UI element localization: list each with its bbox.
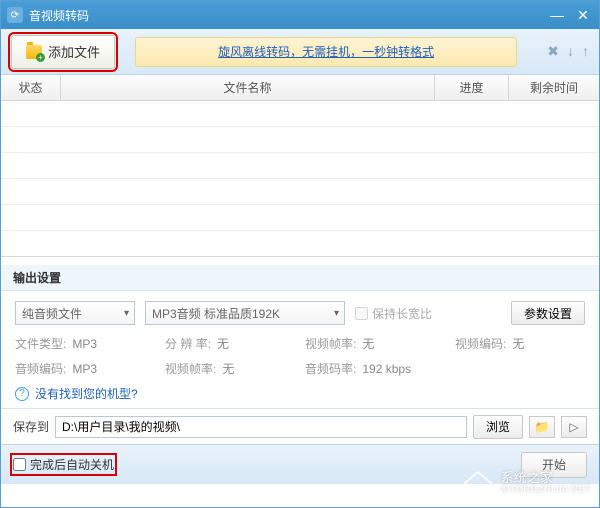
browse-button[interactable]: 浏览 [473,415,523,439]
app-window: ⟳ 音视频转码 — ✕ 添加文件 旋风离线转码，无需挂机，一秒钟转格式 ✖ ↓ … [0,0,600,508]
info-resolution: 分 辨 率:无 [165,335,305,352]
add-file-label: 添加文件 [48,42,100,61]
delete-icon[interactable]: ✖ [547,43,559,60]
output-settings: 纯音频文件 MP3音频 标准品质192K 保持长宽比 参数设置 文件类型:MP3… [1,291,599,408]
app-icon: ⟳ [7,7,23,23]
start-button[interactable]: 开始 [521,452,587,478]
shutdown-checkbox[interactable]: 完成后自动关机 [13,456,114,473]
help-icon: ? [15,387,29,401]
table-row[interactable] [1,179,599,205]
save-path-input[interactable] [55,416,467,438]
close-button[interactable]: ✕ [573,7,593,23]
keep-ratio-checkbox[interactable]: 保持长宽比 [355,305,432,322]
move-down-icon[interactable]: ↓ [567,43,574,60]
table-row[interactable] [1,205,599,231]
info-afps: 视频帧率:无 [165,360,305,377]
output-info-grid: 文件类型:MP3 分 辨 率:无 视频帧率:无 视频编码:无 音频编码:MP3 … [15,335,585,377]
folder-add-icon [26,45,42,59]
shutdown-input[interactable] [13,458,26,471]
open-folder-button[interactable]: 📁 [529,416,555,438]
table-row[interactable] [1,153,599,179]
table-row[interactable] [1,231,599,257]
col-remain-header: 剩余时间 [509,75,599,100]
info-vcodec: 视频编码:无 [455,335,585,352]
toolbar-right-icons: ✖ ↓ ↑ [547,43,589,60]
param-settings-button[interactable]: 参数设置 [511,301,585,325]
table-header: 状态 文件名称 进度 剩余时间 [1,75,599,101]
play-output-button[interactable]: ▷ [561,416,587,438]
col-name-header: 文件名称 [61,75,435,100]
output-mode-select[interactable]: 纯音频文件 [15,301,135,325]
table-body [1,101,599,257]
output-format-select[interactable]: MP3音频 标准品质192K [145,301,345,325]
col-status-header: 状态 [1,75,61,100]
toolbar: 添加文件 旋风离线转码，无需挂机，一秒钟转格式 ✖ ↓ ↑ [1,29,599,75]
info-acodec: 音频编码:MP3 [15,360,165,377]
info-file-type: 文件类型:MP3 [15,335,165,352]
info-vfps: 视频帧率:无 [305,335,455,352]
footer: 完成后自动关机 开始 [1,444,599,484]
save-row: 保存到 浏览 📁 ▷ [1,408,599,444]
titlebar: ⟳ 音视频转码 — ✕ [1,1,599,29]
table-row[interactable] [1,127,599,153]
save-label: 保存到 [13,418,49,435]
window-controls: — ✕ [547,7,593,23]
promo-banner[interactable]: 旋风离线转码，无需挂机，一秒钟转格式 [135,37,517,67]
table-row[interactable] [1,101,599,127]
window-title: 音视频转码 [29,7,89,24]
info-abitrate: 音频码率:192 kbps [305,360,455,377]
model-help-link[interactable]: ? 没有找到您的机型? [15,385,585,402]
move-up-icon[interactable]: ↑ [582,43,589,60]
minimize-button[interactable]: — [547,7,567,23]
output-section-header: 输出设置 [1,265,599,291]
add-file-button[interactable]: 添加文件 [11,35,115,69]
keep-ratio-input[interactable] [355,307,368,320]
col-progress-header: 进度 [435,75,509,100]
